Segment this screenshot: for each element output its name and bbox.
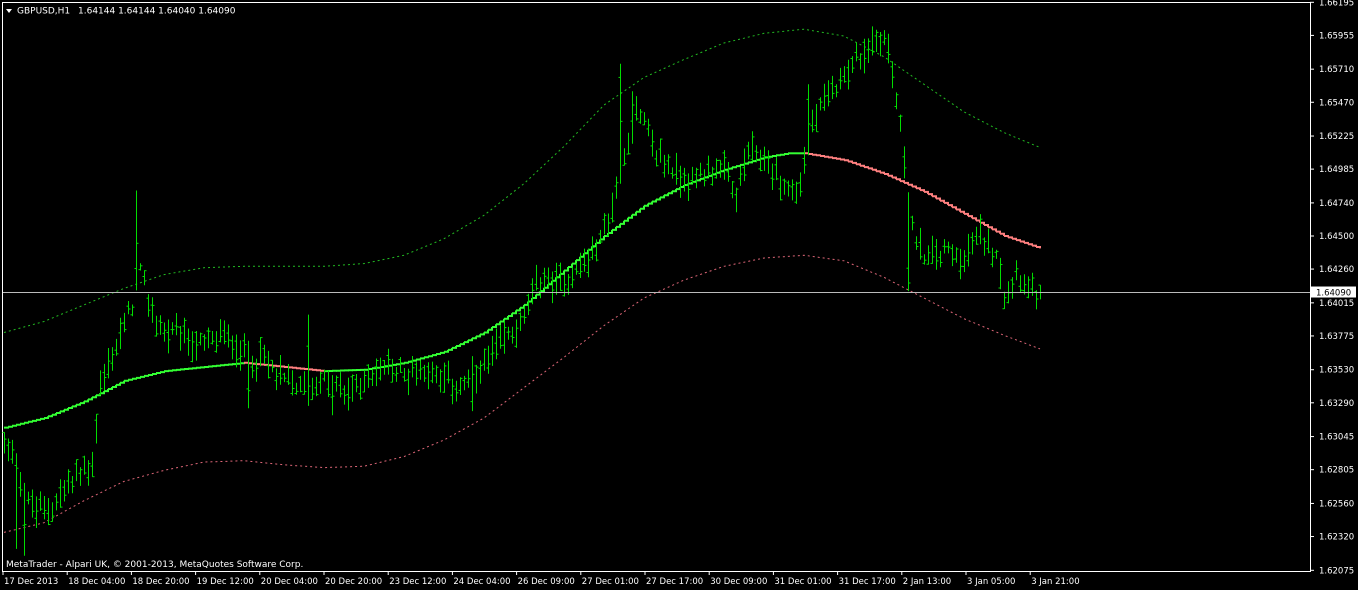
envelope-mid-segment: [20, 422, 25, 425]
y-tick-label: 1.62560: [1319, 499, 1354, 509]
x-tick-label: 23 Dec 12:00: [389, 577, 446, 587]
envelope-mid-segment: [16, 423, 21, 426]
y-tick-label: 1.63775: [1319, 332, 1354, 342]
envelope-mid-segment: [832, 157, 837, 160]
envelope-mid-segment: [436, 352, 441, 355]
ohlc-quote-label: 1.64144 1.64144 1.64040 1.64090: [78, 7, 236, 17]
y-tick-label: 1.64260: [1319, 265, 1354, 275]
envelope-mid-segment: [432, 354, 437, 357]
y-tick-label: 1.64015: [1319, 299, 1354, 309]
y-tick-label: 1.65470: [1319, 98, 1354, 108]
envelope-mid-segment: [424, 356, 429, 359]
envelope-mid-segment: [140, 375, 145, 378]
envelope-mid-segment: [364, 368, 369, 371]
envelope-mid-segment: [772, 155, 777, 157]
copyright-label: MetaTrader - Alpari UK, © 2001-2013, Met…: [6, 560, 303, 570]
envelope-mid-segment: [128, 378, 133, 381]
chart-background: [0, 0, 1358, 590]
envelope-mid-segment: [40, 417, 45, 420]
envelope-mid-segment: [124, 379, 129, 382]
envelope-mid-segment: [776, 154, 781, 157]
x-tick-label: 27 Dec 01:00: [582, 577, 639, 587]
x-tick-label: 18 Dec 04:00: [68, 577, 125, 587]
price-chart[interactable]: 1.64090 1.66195 1.65955 1.65710 1.65470 1.65…: [0, 0, 1358, 590]
envelope-mid-segment: [28, 420, 33, 423]
envelope-mid-segment: [24, 421, 29, 424]
y-tick-label: 1.65955: [1319, 31, 1354, 41]
envelope-mid-segment: [12, 424, 17, 427]
envelope-mid-segment: [824, 155, 829, 158]
envelope-mid-segment: [36, 418, 41, 421]
x-tick-label: 31 Dec 17:00: [839, 577, 896, 587]
envelope-mid-segment: [396, 363, 401, 366]
envelope-mid-segment: [176, 368, 181, 371]
x-tick-label: 20 Dec 20:00: [325, 577, 382, 587]
y-tick-label: 1.62805: [1319, 466, 1354, 476]
y-tick-label: 1.63530: [1319, 366, 1354, 376]
y-tick-label: 1.66195: [1319, 0, 1354, 8]
y-tick-label: 1.64500: [1319, 232, 1354, 242]
envelope-mid-segment: [136, 376, 141, 379]
x-tick-label: 26 Dec 09:00: [518, 577, 575, 587]
envelope-mid-segment: [840, 158, 845, 161]
y-tick-label: 1.65225: [1319, 132, 1354, 142]
envelope-mid-segment: [144, 374, 149, 377]
x-tick-label: 3 Jan 05:00: [967, 577, 1015, 587]
x-tick-label: 18 Dec 20:00: [132, 577, 189, 587]
x-tick-label: 17 Dec 2013: [4, 577, 58, 587]
envelope-mid-segment: [148, 374, 153, 376]
y-tick-label: 1.63290: [1319, 399, 1354, 409]
envelope-mid-segment: [816, 154, 821, 157]
envelope-mid-segment: [32, 419, 37, 422]
envelope-mid-segment: [440, 351, 445, 354]
y-tick-label: 1.65710: [1319, 65, 1354, 75]
x-tick-label: 31 Dec 01:00: [774, 577, 831, 587]
envelope-mid-segment: [404, 361, 409, 364]
x-tick-label: 19 Dec 12:00: [197, 577, 254, 587]
x-tick-label: 20 Dec 04:00: [261, 577, 318, 587]
envelope-mid-segment: [152, 373, 157, 375]
x-tick-label: 27 Dec 17:00: [646, 577, 703, 587]
envelope-mid-segment: [372, 367, 377, 370]
envelope-mid-segment: [420, 357, 425, 360]
envelope-mid-segment: [132, 377, 137, 380]
envelope-mid-segment: [780, 153, 785, 156]
x-tick-label: 2 Jan 13:00: [903, 577, 951, 587]
x-tick-label: 24 Dec 04:00: [453, 577, 510, 587]
envelope-mid-segment: [4, 426, 9, 429]
envelope-mid-segment: [204, 366, 209, 368]
envelope-mid-segment: [784, 153, 789, 155]
current-price-label: 1.64090: [1316, 289, 1351, 299]
y-tick-label: 1.64740: [1319, 199, 1354, 209]
envelope-mid-segment: [428, 355, 433, 358]
envelope-mid-segment: [8, 425, 13, 428]
y-tick-label: 1.62075: [1319, 566, 1354, 576]
envelope-mid-segment: [836, 157, 841, 160]
symbol-label: GBPUSD,H1: [17, 7, 70, 17]
envelope-mid-segment: [820, 155, 825, 157]
y-tick-label: 1.63045: [1319, 433, 1354, 443]
y-tick-label: 1.64985: [1319, 165, 1354, 175]
envelope-mid-segment: [812, 153, 817, 156]
x-tick-label: 3 Jan 21:00: [1031, 577, 1079, 587]
x-tick-label: 30 Dec 09:00: [710, 577, 767, 587]
envelope-mid-segment: [156, 372, 161, 374]
envelope-mid-segment: [416, 358, 421, 361]
y-tick-label: 1.62320: [1319, 533, 1354, 543]
envelope-mid-segment: [828, 156, 833, 159]
envelope-mid-segment: [160, 371, 165, 374]
